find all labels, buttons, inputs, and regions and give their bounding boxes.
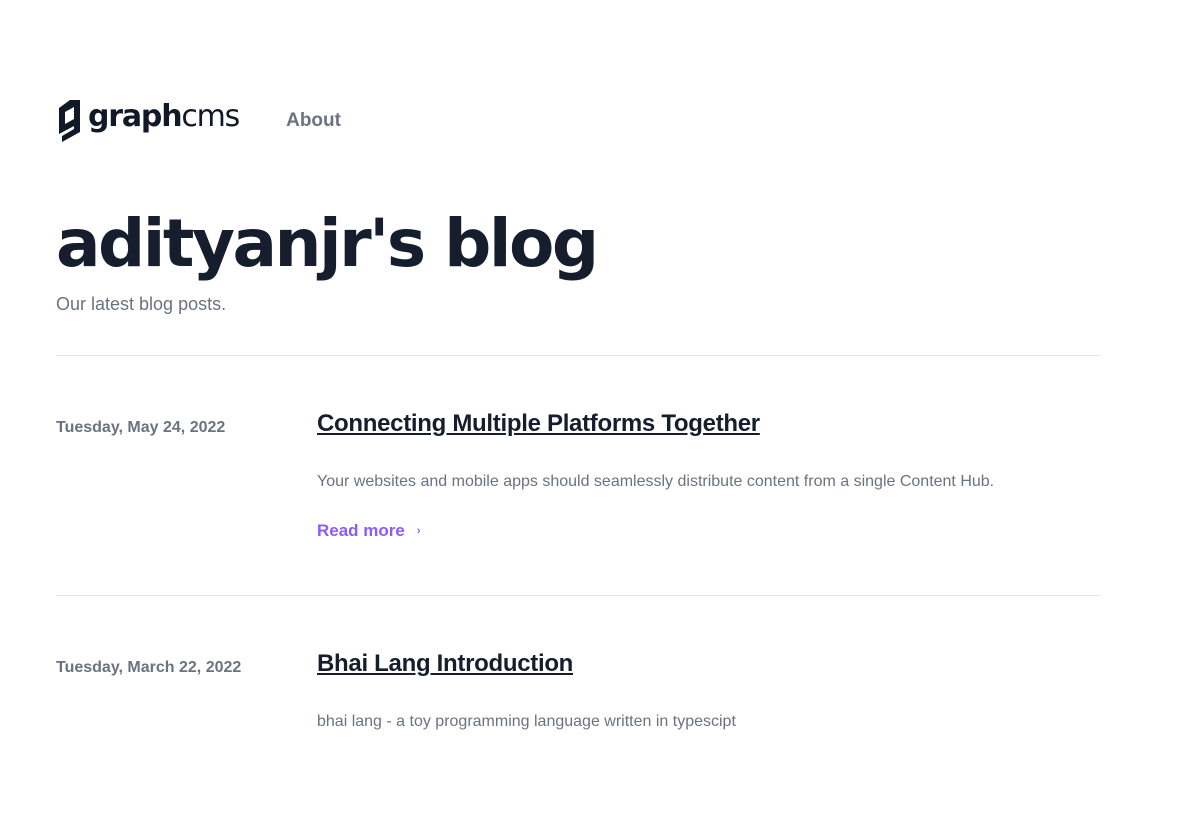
logo-wordmark-cms: cms (181, 99, 240, 134)
chevron-right-icon: › (416, 525, 421, 537)
post-title-link[interactable]: Connecting Multiple Platforms Together (317, 410, 760, 438)
nav-about-link[interactable]: About (286, 110, 341, 132)
post-excerpt: bhai lang - a toy programming language w… (317, 713, 736, 730)
site-header: graphcms About (56, 96, 341, 144)
post-title-link[interactable]: Bhai Lang Introduction (317, 650, 573, 678)
divider (56, 355, 1100, 356)
read-more-link[interactable]: Read more › (317, 521, 421, 541)
page: graphcms About adityanjr's blog Our late… (0, 0, 1181, 824)
post-date: Tuesday, May 24, 2022 (56, 419, 226, 436)
logo-wordmark-graph: graph (88, 99, 183, 134)
read-more-label: Read more (317, 521, 405, 540)
page-title: adityanjr's blog (56, 205, 599, 282)
post-excerpt: Your websites and mobile apps should sea… (317, 473, 995, 490)
graphcms-logo[interactable]: graphcms (56, 98, 240, 142)
graphcms-logo-icon (59, 100, 80, 142)
post-date: Tuesday, March 22, 2022 (56, 659, 242, 676)
page-subtitle: Our latest blog posts. (56, 294, 227, 314)
logo-wordmark: graphcms (88, 99, 240, 134)
divider (56, 595, 1100, 596)
